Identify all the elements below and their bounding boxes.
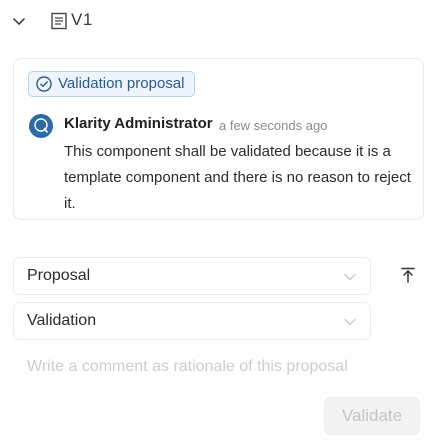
document-icon bbox=[51, 12, 67, 30]
avatar-icon bbox=[30, 115, 52, 137]
chevron-down-icon bbox=[344, 273, 356, 281]
chevron-down-icon[interactable] bbox=[10, 13, 28, 31]
validate-button[interactable]: Validate bbox=[324, 397, 420, 435]
validation-proposal-tag: Validation proposal bbox=[28, 71, 196, 97]
validation-status-select[interactable]: Validation bbox=[13, 302, 371, 340]
avatar bbox=[29, 114, 53, 138]
chevron-down-icon bbox=[344, 318, 356, 326]
check-circle-icon bbox=[36, 76, 52, 92]
author-name: Klarity Administrator bbox=[64, 115, 213, 132]
select-value: Proposal bbox=[27, 267, 91, 284]
version-label: V1 bbox=[71, 10, 93, 29]
version-header: V1 bbox=[0, 0, 436, 44]
comment-card: Validation proposal Klarity Administrato… bbox=[13, 58, 424, 220]
comment-timestamp: a few seconds ago bbox=[219, 118, 328, 133]
rationale-comment-input[interactable] bbox=[13, 347, 424, 387]
select-value: Validation bbox=[27, 312, 97, 329]
proposal-type-select[interactable]: Proposal bbox=[13, 257, 371, 295]
collapse-to-top-icon[interactable] bbox=[397, 264, 419, 286]
comment-text: This component shall be validated becaus… bbox=[64, 143, 411, 212]
tag-label: Validation proposal bbox=[58, 75, 185, 92]
